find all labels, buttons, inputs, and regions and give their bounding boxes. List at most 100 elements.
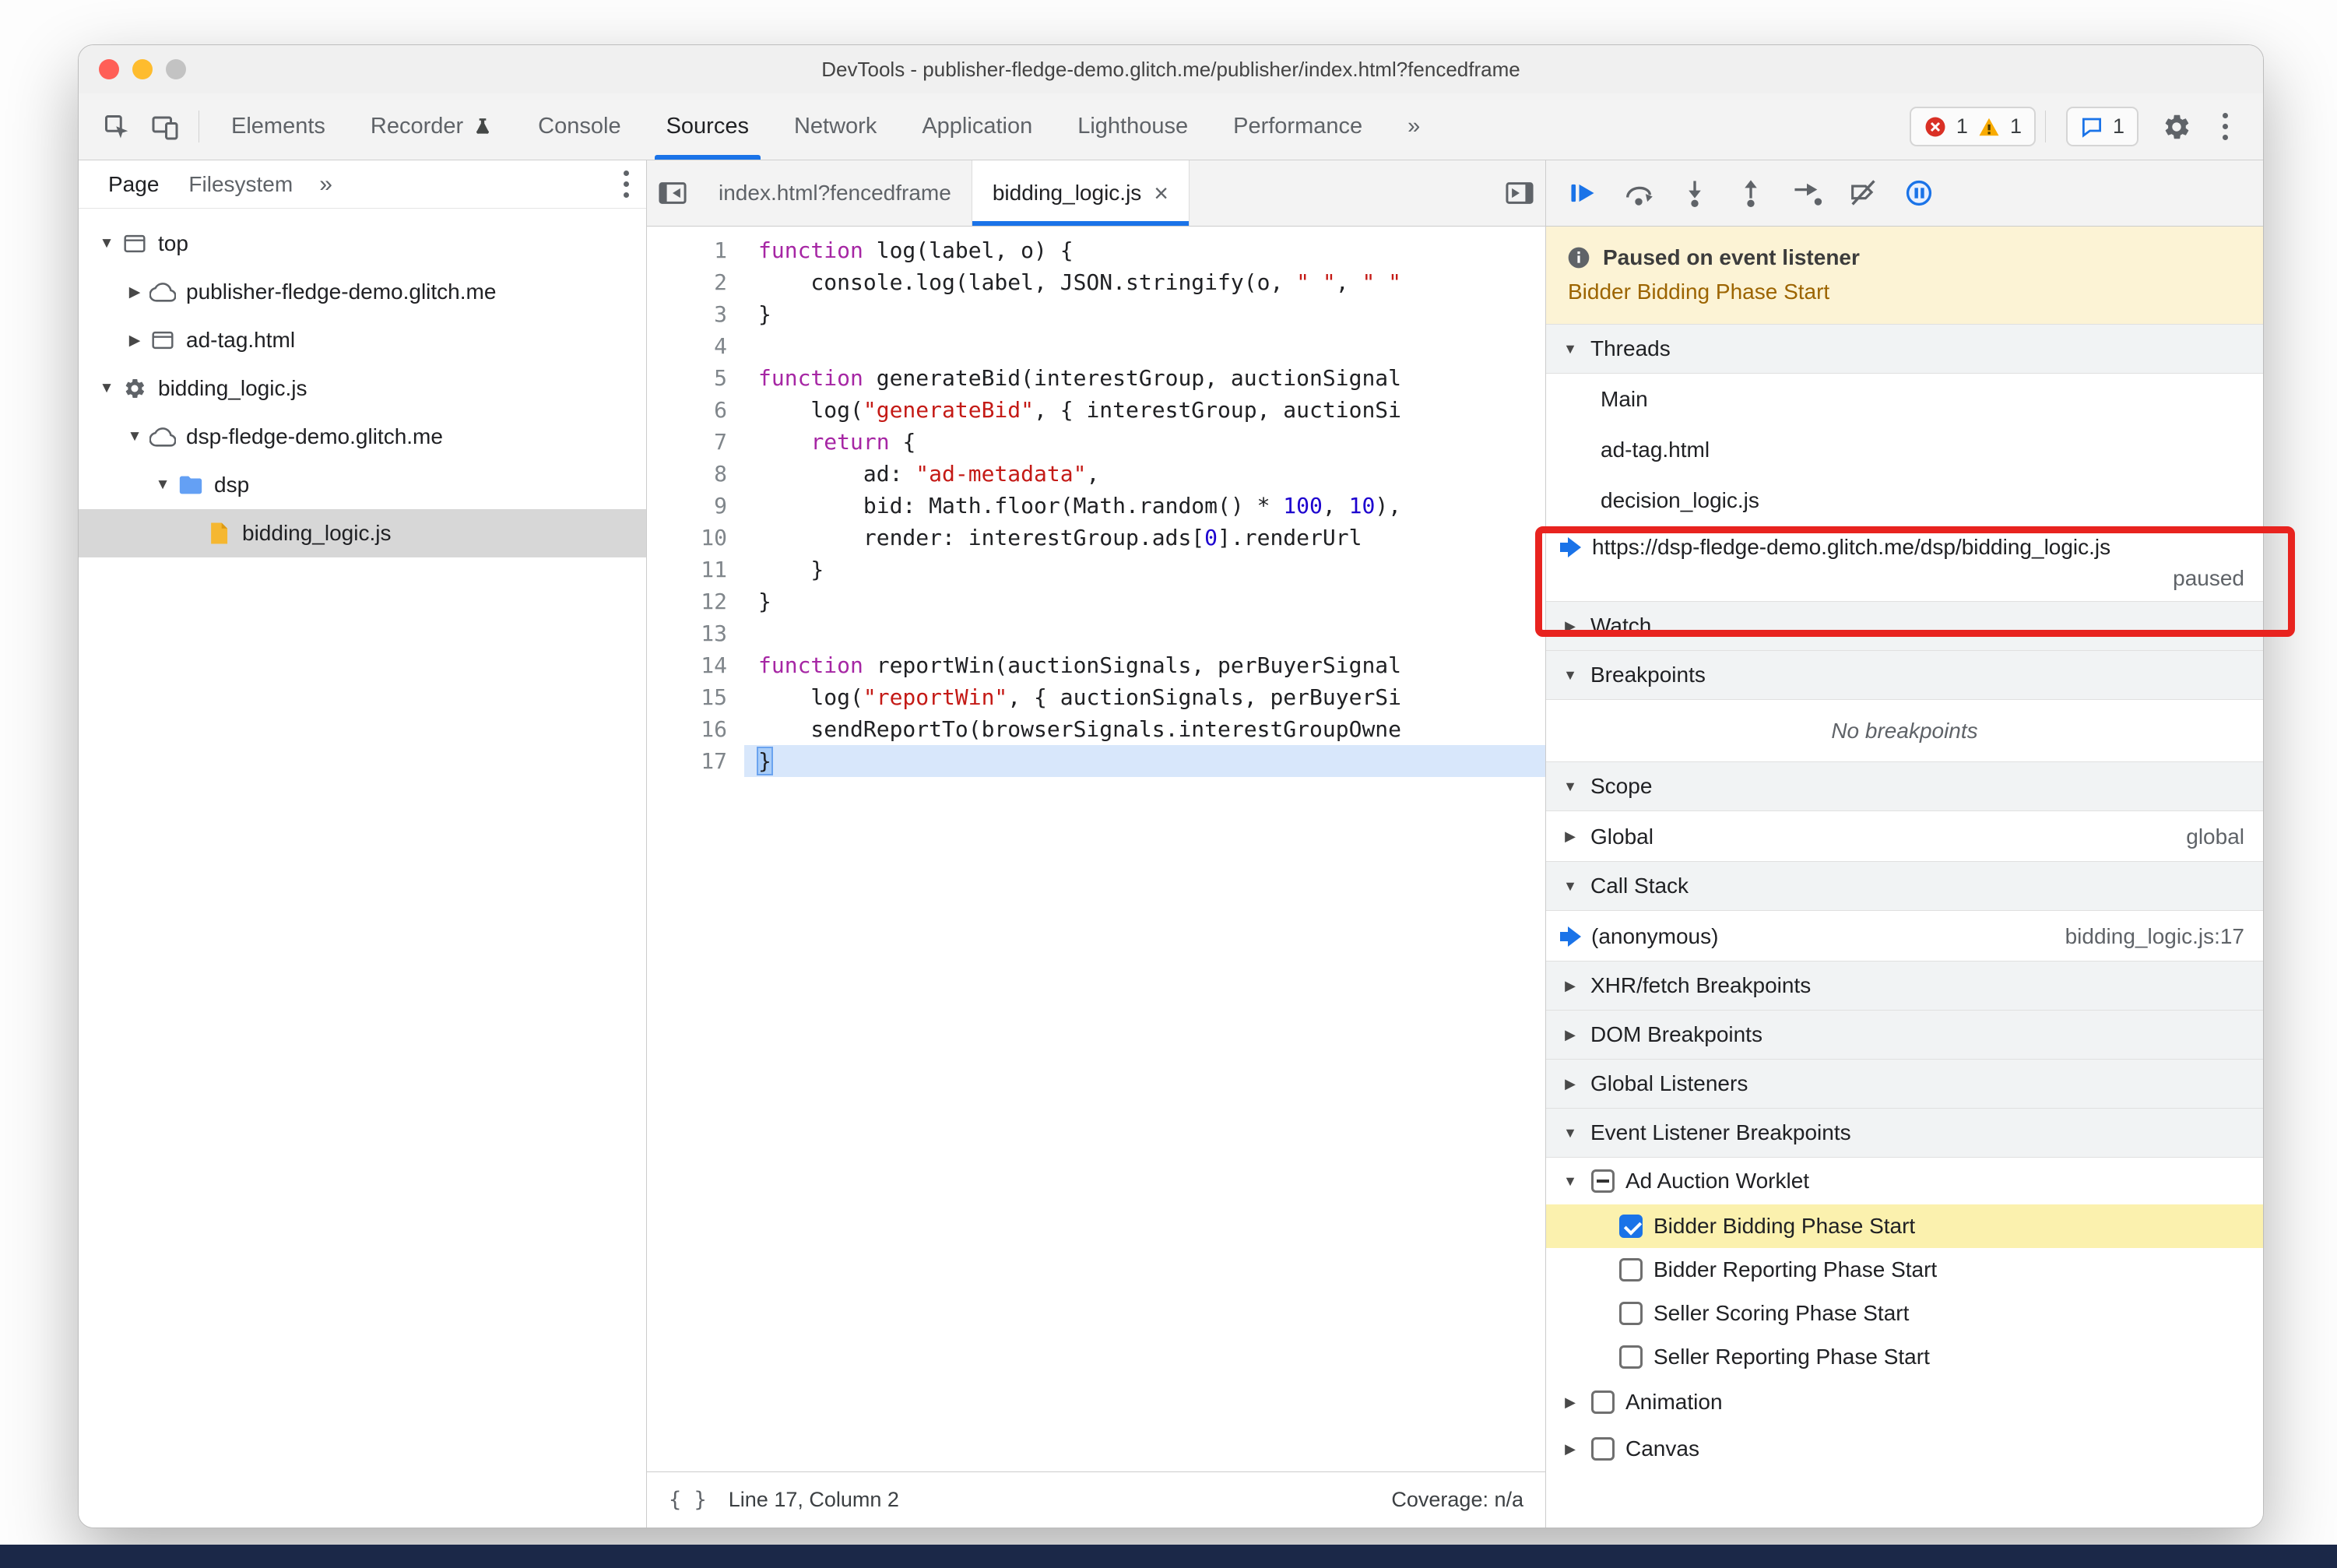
elb-item-bidder-reporting-phase-start[interactable]: Bidder Reporting Phase Start: [1546, 1248, 2263, 1292]
chevron-right-icon[interactable]: ▶: [121, 283, 149, 301]
elb-group-animation[interactable]: ▶ Animation: [1546, 1379, 2263, 1426]
code-line[interactable]: return {: [744, 426, 1545, 458]
thread-decision-logic[interactable]: decision_logic.js: [1546, 475, 2263, 526]
line-number[interactable]: 6: [647, 394, 727, 426]
chevron-down-icon[interactable]: ▼: [93, 235, 121, 252]
inspect-element-button[interactable]: [93, 93, 141, 160]
event-listener-breakpoints-section-header[interactable]: ▼ Event Listener Breakpoints: [1546, 1108, 2263, 1158]
code-line[interactable]: console.log(label, JSON.stringify(o, " "…: [744, 266, 1545, 298]
code-line[interactable]: }: [744, 745, 1545, 777]
elb-group-ad-auction-worklet[interactable]: ▼ Ad Auction Worklet: [1546, 1158, 2263, 1204]
line-number[interactable]: 11: [647, 554, 727, 585]
tree-item-dsp-folder[interactable]: ▼ dsp: [79, 461, 646, 509]
resume-button[interactable]: [1560, 171, 1605, 216]
device-toolbar-button[interactable]: [141, 93, 189, 160]
line-number[interactable]: 4: [647, 330, 727, 362]
code-editor[interactable]: 1 2 3 4 5 6 7 8 9 10 11 12 13 14 15 16 17 function log(l…: [647, 227, 1545, 1471]
thread-bidding-logic-paused[interactable]: https://dsp-fledge-demo.glitch.me/dsp/bi…: [1546, 526, 2263, 602]
more-navigator-tabs-button[interactable]: »: [310, 171, 342, 198]
line-number[interactable]: 1: [647, 234, 727, 266]
global-listeners-section-header[interactable]: ▶ Global Listeners: [1546, 1059, 2263, 1109]
threads-section-header[interactable]: ▼ Threads: [1546, 324, 2263, 374]
tab-console[interactable]: Console: [515, 93, 643, 160]
chevron-down-icon[interactable]: ▼: [149, 476, 177, 494]
tab-elements[interactable]: Elements: [209, 93, 348, 160]
step-into-button[interactable]: [1672, 171, 1717, 216]
dom-breakpoints-section-header[interactable]: ▶ DOM Breakpoints: [1546, 1010, 2263, 1060]
close-window-button[interactable]: [99, 59, 119, 79]
navigator-menu-button[interactable]: [623, 171, 629, 198]
code-line[interactable]: log("generateBid", { interestGroup, auct…: [744, 394, 1545, 426]
scope-global-row[interactable]: ▶ Global global: [1546, 811, 2263, 862]
elb-item-seller-scoring-phase-start[interactable]: Seller Scoring Phase Start: [1546, 1292, 2263, 1335]
editor-tab-bidding-logic[interactable]: bidding_logic.js ×: [972, 160, 1190, 226]
chevron-down-icon[interactable]: ▼: [121, 428, 149, 445]
code-line[interactable]: }: [744, 298, 1545, 330]
step-out-button[interactable]: [1728, 171, 1773, 216]
line-number[interactable]: 9: [647, 490, 727, 522]
pause-on-exceptions-button[interactable]: [1896, 171, 1942, 216]
tree-item-top[interactable]: ▼ top: [79, 220, 646, 268]
line-number[interactable]: 10: [647, 522, 727, 554]
line-number[interactable]: 13: [647, 617, 727, 649]
code-line[interactable]: }: [744, 554, 1545, 585]
line-number[interactable]: 16: [647, 713, 727, 745]
ad-auction-worklet-checkbox[interactable]: [1591, 1169, 1615, 1193]
tree-item-ad-tag[interactable]: ▶ ad-tag.html: [79, 316, 646, 364]
code-line[interactable]: }: [744, 585, 1545, 617]
tab-sources[interactable]: Sources: [644, 93, 771, 160]
tab-filesystem[interactable]: Filesystem: [176, 172, 305, 197]
code-line[interactable]: [744, 330, 1545, 362]
thread-main[interactable]: Main: [1546, 374, 2263, 424]
tree-item-worklet[interactable]: ▼ bidding_logic.js: [79, 364, 646, 413]
tree-item-bidding-logic-file[interactable]: bidding_logic.js: [79, 509, 646, 557]
errors-warnings-badge[interactable]: 1 1: [1909, 107, 2036, 146]
code-line[interactable]: function generateBid(interestGroup, auct…: [744, 362, 1545, 394]
code-line[interactable]: ad: "ad-metadata",: [744, 458, 1545, 490]
deactivate-breakpoints-button[interactable]: [1840, 171, 1885, 216]
tree-item-publisher-origin[interactable]: ▶ publisher-fledge-demo.glitch.me: [79, 268, 646, 316]
next-editor-button[interactable]: [1494, 160, 1545, 226]
line-number[interactable]: 3: [647, 298, 727, 330]
code-line[interactable]: function log(label, o) {: [744, 234, 1545, 266]
close-tab-button[interactable]: ×: [1154, 181, 1168, 206]
issues-badge[interactable]: 1: [2065, 107, 2138, 146]
more-tabs-button[interactable]: »: [1385, 93, 1443, 160]
canvas-checkbox[interactable]: [1591, 1437, 1615, 1461]
line-number[interactable]: 5: [647, 362, 727, 394]
minimize-window-button[interactable]: [132, 59, 153, 79]
breakpoints-section-header[interactable]: ▼ Breakpoints: [1546, 650, 2263, 700]
step-button[interactable]: [1784, 171, 1829, 216]
tab-network[interactable]: Network: [771, 93, 899, 160]
step-over-button[interactable]: [1616, 171, 1661, 216]
code-line[interactable]: sendReportTo(browserSignals.interestGrou…: [744, 713, 1545, 745]
bidder-reporting-phase-start-checkbox[interactable]: [1619, 1258, 1643, 1281]
call-stack-section-header[interactable]: ▼ Call Stack: [1546, 861, 2263, 911]
pretty-print-button[interactable]: { }: [669, 1488, 707, 1512]
zoom-window-button[interactable]: [166, 59, 186, 79]
code-line[interactable]: [744, 617, 1545, 649]
seller-scoring-phase-start-checkbox[interactable]: [1619, 1302, 1643, 1325]
line-number[interactable]: 7: [647, 426, 727, 458]
line-number[interactable]: 17: [647, 745, 727, 777]
tab-application[interactable]: Application: [899, 93, 1055, 160]
elb-group-canvas[interactable]: ▶ Canvas: [1546, 1426, 2263, 1472]
bidder-bidding-phase-start-checkbox[interactable]: [1619, 1215, 1643, 1238]
gutter[interactable]: 1 2 3 4 5 6 7 8 9 10 11 12 13 14 15 16 17: [647, 227, 744, 1471]
code-lines[interactable]: function log(label, o) { console.log(lab…: [744, 227, 1545, 1471]
line-number[interactable]: 8: [647, 458, 727, 490]
watch-section-header[interactable]: ▶ Watch: [1546, 601, 2263, 651]
code-line[interactable]: render: interestGroup.ads[0].renderUrl: [744, 522, 1545, 554]
tab-page[interactable]: Page: [96, 172, 171, 197]
tab-performance[interactable]: Performance: [1211, 93, 1385, 160]
code-line[interactable]: function reportWin(auctionSignals, perBu…: [744, 649, 1545, 681]
tab-lighthouse[interactable]: Lighthouse: [1055, 93, 1211, 160]
settings-button[interactable]: [2152, 93, 2201, 160]
line-number[interactable]: 2: [647, 266, 727, 298]
code-line[interactable]: log("reportWin", { auctionSignals, perBu…: [744, 681, 1545, 713]
xhr-breakpoints-section-header[interactable]: ▶ XHR/fetch Breakpoints: [1546, 961, 2263, 1011]
animation-checkbox[interactable]: [1591, 1390, 1615, 1414]
main-menu-button[interactable]: [2201, 93, 2249, 160]
tab-recorder[interactable]: Recorder: [348, 93, 515, 160]
thread-ad-tag[interactable]: ad-tag.html: [1546, 424, 2263, 475]
